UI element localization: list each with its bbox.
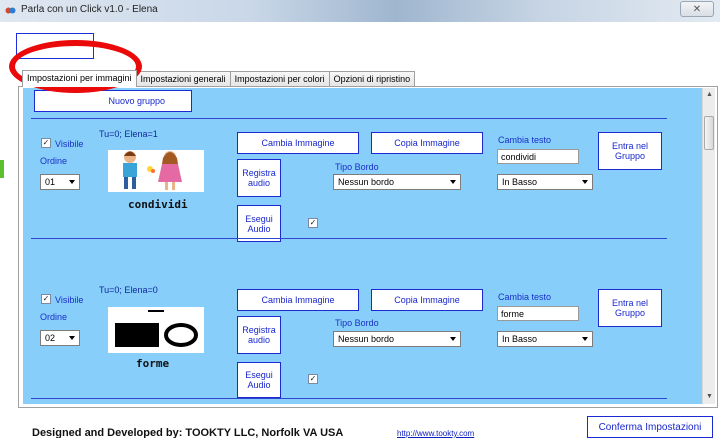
- enter-group-button[interactable]: Entra nel Gruppo: [598, 289, 662, 327]
- record-audio-label: Registra audio: [242, 168, 276, 188]
- background-window-edge: [0, 160, 4, 178]
- change-image-label: Cambia Immagine: [261, 138, 335, 148]
- item-text-field[interactable]: condividi: [497, 149, 579, 164]
- website-link[interactable]: http://www.tookty.com: [397, 429, 474, 438]
- divider: [31, 118, 667, 119]
- visible-checkbox[interactable]: ✓: [41, 294, 51, 304]
- play-audio-button[interactable]: Esegui Audio: [237, 362, 281, 398]
- record-audio-button[interactable]: Registra audio: [237, 316, 281, 354]
- text-position-value: In Basso: [502, 334, 538, 344]
- enter-group-label: Entra nel Gruppo: [611, 141, 649, 161]
- tab-impostazioni-immagini[interactable]: Impostazioni per immagini: [22, 70, 137, 87]
- visible-label: Visibile: [55, 295, 84, 305]
- tab-strip: Impostazioni per immagini Impostazioni g…: [22, 70, 416, 87]
- order-value: 02: [45, 333, 56, 343]
- play-audio-label: Esegui Audio: [245, 213, 273, 234]
- border-type-select[interactable]: Nessun bordo: [333, 331, 461, 347]
- item-caption: forme: [136, 357, 170, 370]
- tab-impostazioni-colori[interactable]: Impostazioni per colori: [229, 71, 330, 87]
- record-audio-label: Registra audio: [242, 325, 276, 345]
- change-text-label: Cambia testo: [498, 135, 552, 145]
- usage-counts: Tu=0; Elena=1: [99, 129, 158, 139]
- enter-group-label: Entra nel Gruppo: [611, 298, 649, 318]
- order-label: Ordine: [40, 312, 68, 322]
- chevron-down-icon: [450, 180, 456, 184]
- tab-opzioni-ripristino[interactable]: Opzioni di ripristino: [328, 71, 416, 87]
- close-icon: ✕: [692, 3, 702, 15]
- scroll-up-icon[interactable]: ▲: [703, 88, 716, 102]
- scroll-down-icon[interactable]: ▼: [703, 390, 716, 404]
- border-type-label: Tipo Bordo: [335, 162, 379, 172]
- text-position-value: In Basso: [502, 177, 538, 187]
- play-audio-checkbox[interactable]: ✓: [308, 374, 318, 384]
- new-group-label: Nuovo gruppo: [108, 96, 165, 106]
- visible-checkbox[interactable]: ✓: [41, 138, 51, 148]
- usage-counts: Tu=0; Elena=0: [99, 285, 158, 295]
- copy-image-label: Copia Immagine: [394, 295, 460, 305]
- divider: [31, 398, 667, 399]
- children-sharing-icon: [123, 151, 182, 190]
- change-image-button[interactable]: Cambia Immagine: [237, 132, 359, 154]
- chevron-down-icon: [450, 337, 456, 341]
- item-image[interactable]: [108, 307, 204, 353]
- play-audio-label: Esegui Audio: [245, 370, 273, 390]
- record-audio-button[interactable]: Registra audio: [237, 159, 281, 197]
- app-icon: [5, 7, 16, 14]
- item-image[interactable]: [108, 150, 204, 192]
- chevron-down-icon: [582, 180, 588, 184]
- border-type-label: Tipo Bordo: [335, 318, 379, 328]
- border-type-value: Nessun bordo: [338, 334, 395, 344]
- chevron-down-icon: [69, 336, 75, 340]
- change-image-button[interactable]: Cambia Immagine: [237, 289, 359, 311]
- change-image-label: Cambia Immagine: [261, 295, 335, 305]
- play-audio-button[interactable]: Esegui Audio: [237, 205, 281, 242]
- title-bar: Parla con un Click v1.0 - Elena ✕: [0, 0, 720, 22]
- shapes-icon: [115, 310, 198, 347]
- border-type-select[interactable]: Nessun bordo: [333, 174, 461, 190]
- order-select[interactable]: 01: [40, 174, 80, 190]
- play-audio-checkbox[interactable]: ✓: [308, 218, 318, 228]
- item-text-field[interactable]: forme: [497, 306, 579, 321]
- close-button[interactable]: ✕: [680, 1, 714, 17]
- border-type-value: Nessun bordo: [338, 177, 395, 187]
- tab-impostazioni-generali[interactable]: Impostazioni generali: [135, 71, 231, 87]
- item-text-value: forme: [501, 309, 525, 319]
- scroll-thumb[interactable]: [704, 116, 714, 150]
- text-position-select[interactable]: In Basso: [497, 331, 593, 347]
- order-value: 01: [45, 177, 56, 187]
- new-group-button[interactable]: Nuovo gruppo: [34, 90, 192, 112]
- order-label: Ordine: [40, 156, 68, 166]
- copy-image-button[interactable]: Copia Immagine: [371, 289, 483, 311]
- item-caption: condividi: [128, 198, 188, 211]
- enter-group-button[interactable]: Entra nel Gruppo: [598, 132, 662, 170]
- divider: [31, 238, 667, 239]
- confirm-settings-button[interactable]: Conferma Impostazioni: [587, 416, 713, 438]
- confirm-settings-label: Conferma Impostazioni: [598, 421, 702, 433]
- window-title: Parla con un Click v1.0 - Elena: [21, 4, 158, 15]
- vertical-scrollbar[interactable]: ▲ ▼: [702, 88, 715, 404]
- change-text-label: Cambia testo: [498, 292, 552, 302]
- copy-image-label: Copia Immagine: [394, 138, 460, 148]
- credits-text: Designed and Developed by: TOOKTY LLC, N…: [32, 427, 344, 438]
- visible-label: Visibile: [55, 139, 84, 149]
- chevron-down-icon: [582, 337, 588, 341]
- item-text-value: condividi: [501, 152, 537, 162]
- top-left-box[interactable]: [16, 33, 94, 59]
- chevron-down-icon: [69, 180, 75, 184]
- copy-image-button[interactable]: Copia Immagine: [371, 132, 483, 154]
- text-position-select[interactable]: In Basso: [497, 174, 593, 190]
- image-settings-panel: Nuovo gruppo ✓ Visibile Tu=0; Elena=1 Or…: [23, 88, 702, 404]
- order-select[interactable]: 02: [40, 330, 80, 346]
